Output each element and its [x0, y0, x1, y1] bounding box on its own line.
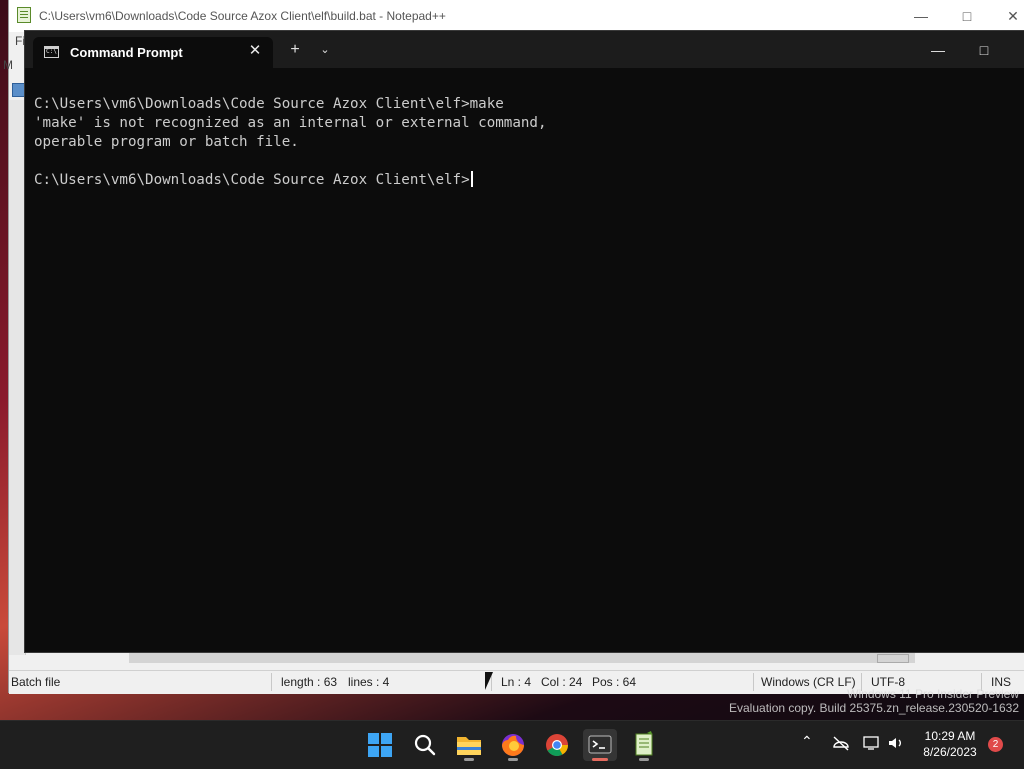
- chevron-down-icon[interactable]: ⌄: [313, 39, 337, 61]
- status-col: Col : 24: [541, 675, 583, 689]
- menu-file[interactable]: Fi: [15, 34, 25, 48]
- status-pos: Pos : 64: [592, 675, 637, 689]
- close-button[interactable]: ✕: [993, 4, 1024, 28]
- notepadpp-icon: [635, 731, 653, 756]
- chrome-button[interactable]: [540, 729, 574, 761]
- folder-icon: [457, 737, 481, 755]
- system-clock[interactable]: 10:29 AM 8/26/2023: [912, 728, 988, 760]
- tab-close-icon[interactable]: ✕: [245, 41, 265, 61]
- minimize-button[interactable]: —: [915, 36, 961, 64]
- status-divider: [753, 673, 754, 691]
- network-disconnected-icon[interactable]: [832, 735, 850, 754]
- maximize-button[interactable]: □: [947, 4, 987, 28]
- terminal-prompt: C:\Users\vm6\Downloads\Code Source Azox …: [34, 172, 470, 188]
- terminal-output[interactable]: C:\Users\vm6\Downloads\Code Source Azox …: [34, 95, 1014, 645]
- toolbar-icon[interactable]: [12, 83, 26, 97]
- watermark-build: Evaluation copy. Build 25375.zn_release.…: [729, 701, 1019, 715]
- status-ln: Ln : 4: [501, 675, 532, 689]
- notepadpp-button[interactable]: [627, 729, 661, 761]
- volume-icon[interactable]: [887, 735, 905, 754]
- tab-command-prompt[interactable]: C:\ Command Prompt ✕: [33, 37, 273, 68]
- status-eol: Windows (CR LF): [761, 675, 856, 689]
- status-divider: [271, 673, 272, 691]
- horizontal-scrollbar[interactable]: [129, 652, 915, 663]
- terminal-line: C:\Users\vm6\Downloads\Code Source Azox …: [34, 96, 504, 112]
- status-length: length : 63: [281, 675, 338, 689]
- notepadpp-app-icon: [17, 7, 31, 23]
- windows-logo-icon: [368, 733, 392, 757]
- scrollbar-grip[interactable]: [877, 654, 909, 663]
- terminal-window: C:\ Command Prompt ✕ + ⌄ — □ C:\Users\vm…: [25, 31, 1024, 652]
- search-icon: [414, 734, 436, 756]
- terminal-prompt-line[interactable]: C:\Users\vm6\Downloads\Code Source Azox …: [34, 171, 1014, 190]
- minimize-button[interactable]: —: [901, 4, 941, 28]
- terminal-button[interactable]: [583, 729, 617, 761]
- maximize-button[interactable]: □: [961, 36, 1007, 64]
- display-icon[interactable]: [863, 735, 881, 754]
- chrome-icon: [546, 734, 568, 756]
- firefox-button[interactable]: [496, 729, 530, 761]
- menu-macro[interactable]: M: [3, 58, 13, 72]
- clock-time: 10:29 AM: [924, 729, 976, 743]
- notification-badge[interactable]: 2: [988, 737, 1003, 752]
- notepadpp-title: C:\Users\vm6\Downloads\Code Source Azox …: [39, 9, 446, 23]
- cmd-icon: C:\: [44, 46, 59, 58]
- terminal-line: 'make' is not recognized as an internal …: [34, 115, 547, 131]
- terminal-icon: [588, 735, 612, 754]
- running-indicator: [464, 758, 474, 761]
- firefox-icon: [502, 734, 524, 756]
- status-lines: lines : 4: [348, 675, 390, 689]
- clock-date: 8/26/2023: [923, 745, 977, 759]
- file-explorer-button[interactable]: [452, 729, 486, 761]
- status-filetype: Batch file: [11, 675, 61, 689]
- chevron-up-icon[interactable]: ⌃: [801, 733, 813, 750]
- watermark-edition: Windows 11 Pro Insider Preview: [847, 687, 1019, 701]
- mouse-pointer: [485, 672, 493, 690]
- running-indicator: [508, 758, 518, 761]
- terminal-tabbar[interactable]: C:\ Command Prompt ✕ + ⌄ — □: [25, 31, 1024, 68]
- text-cursor: [470, 171, 473, 187]
- new-tab-button[interactable]: +: [283, 39, 307, 61]
- start-button[interactable]: [363, 729, 397, 761]
- tab-title: Command Prompt: [70, 45, 183, 60]
- running-indicator: [592, 758, 608, 761]
- taskbar: ⌃ 10:29 AM 8/26/2023 2: [0, 720, 1024, 769]
- editor-gutter: [9, 100, 26, 655]
- terminal-line: operable program or batch file.: [34, 134, 299, 150]
- search-button[interactable]: [408, 729, 442, 761]
- notepadpp-titlebar[interactable]: C:\Users\vm6\Downloads\Code Source Azox …: [9, 0, 1024, 32]
- running-indicator: [639, 758, 649, 761]
